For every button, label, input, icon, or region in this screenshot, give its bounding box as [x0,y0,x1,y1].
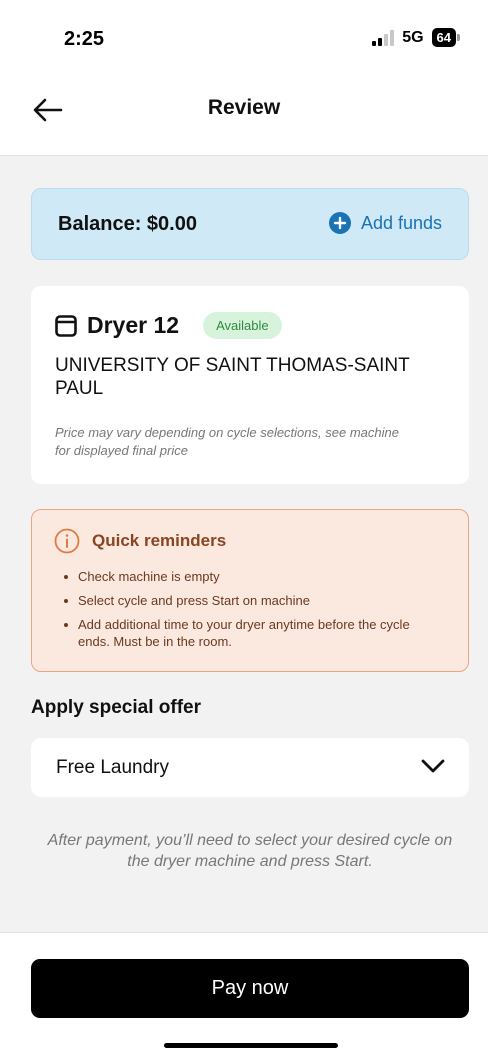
reminders-list: Check machine is empty Select cycle and … [62,568,442,657]
offer-selected-value: Free Laundry [56,757,170,778]
machine-card: Dryer 12 Available UNIVERSITY OF SAINT T… [31,286,469,484]
after-payment-note: After payment, you’ll need to select you… [47,832,453,870]
list-item: Select cycle and press Start on machine [62,592,442,609]
offer-heading: Apply special offer [31,697,201,718]
add-funds-label: Add funds [360,212,442,233]
special-offer-select[interactable]: Free Laundry [31,738,469,797]
page-title: Review [207,96,281,119]
status-indicators: 5G 64 [372,28,460,47]
chevron-down-icon [421,759,445,773]
header: Review [0,76,488,156]
balance-text: Balance: $0.00 [58,213,197,235]
add-funds-button[interactable]: Add funds [328,212,442,234]
reminders-title: Quick reminders [92,531,227,550]
list-item: Check machine is empty [62,568,442,585]
status-badge: Available [203,312,282,339]
info-icon [54,528,80,554]
plus-circle-icon [328,212,351,234]
battery-icon: 64 [431,28,460,47]
price-note: Price may vary depending on cycle select… [55,425,399,458]
dryer-icon [55,314,77,337]
reminders-card: Quick reminders Check machine is empty S… [31,509,469,672]
balance-card: Balance: $0.00 Add funds [31,188,469,260]
signal-icon [372,29,395,46]
status-time: 2:25 [64,28,105,50]
machine-location: UNIVERSITY OF SAINT THOMAS-SAINT PAUL [55,355,410,399]
battery-level: 64 [431,28,456,47]
machine-name: Dryer 12 [87,312,180,338]
list-item: Add additional time to your dryer anytim… [62,616,442,650]
footer: Pay now [0,932,488,1049]
reminders-header: Quick reminders [54,528,226,554]
pay-now-button[interactable]: Pay now [31,959,469,1018]
network-type: 5G [402,28,424,46]
status-bar: 2:25 5G 64 [0,0,488,76]
machine-header: Dryer 12 Available [55,312,282,339]
home-indicator [164,1043,338,1048]
